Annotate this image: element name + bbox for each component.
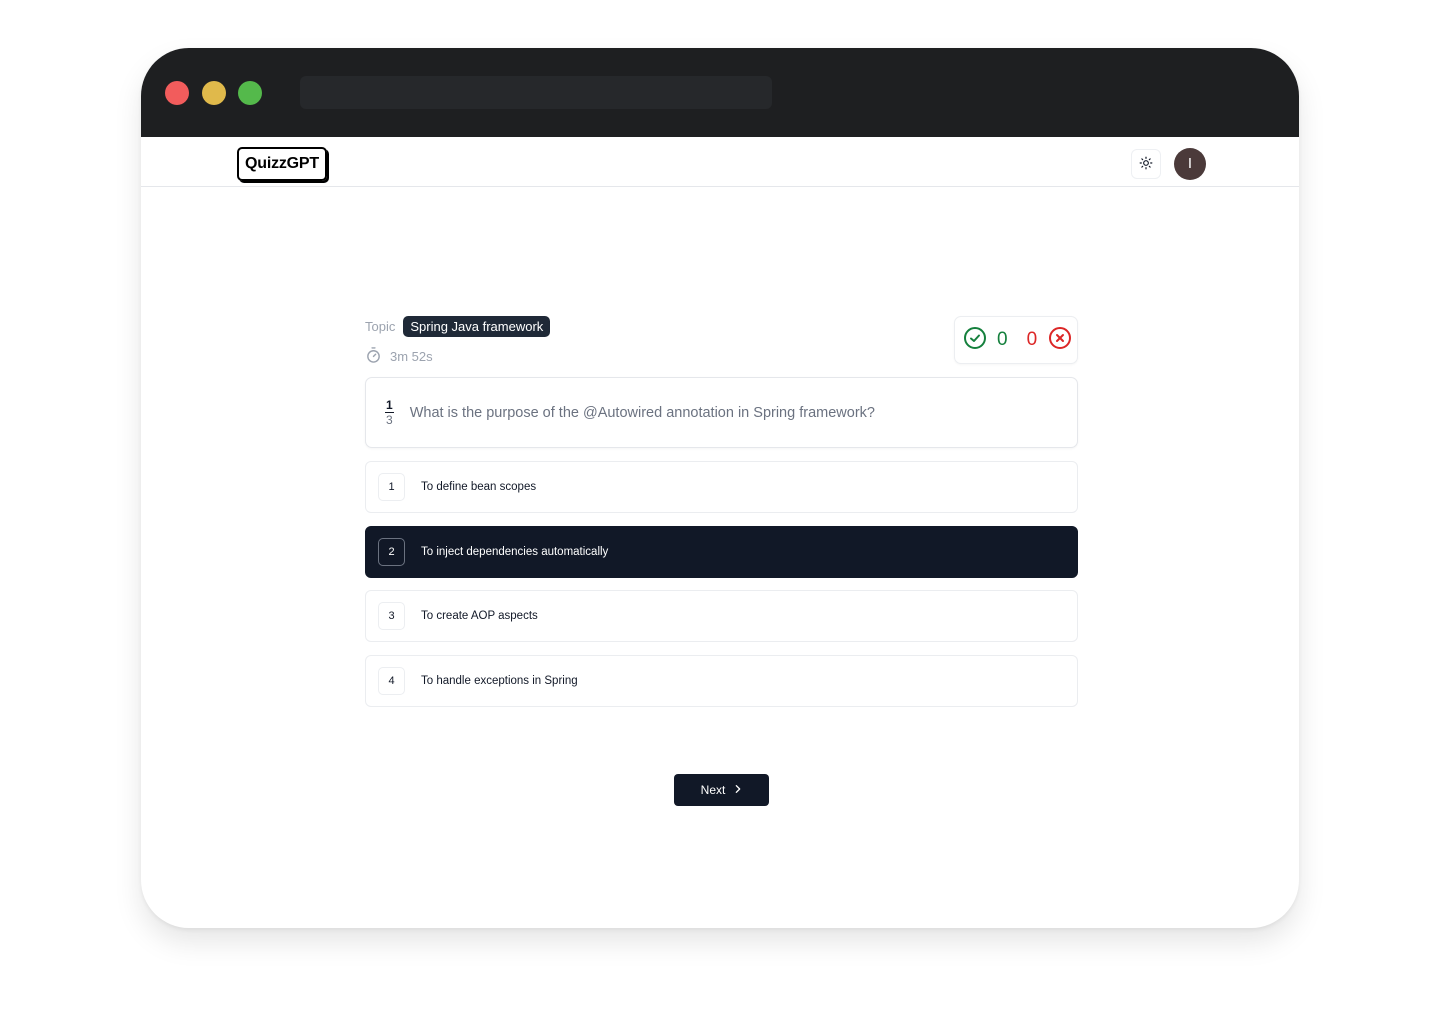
next-label: Next [700, 783, 726, 797]
minimize-window-button[interactable] [202, 81, 226, 105]
close-window-button[interactable] [165, 81, 189, 105]
browser-titlebar [141, 48, 1299, 137]
chevron-right-icon [725, 783, 742, 797]
answer-option-2[interactable]: 2 To inject dependencies automatically [365, 526, 1078, 578]
address-bar[interactable] [300, 76, 772, 109]
question-text: What is the purpose of the @Autowired an… [409, 404, 875, 421]
option-index: 2 [378, 538, 405, 566]
sun-icon [1139, 156, 1153, 173]
correct-count: 0 [997, 329, 1008, 350]
topic-badge: Spring Java framework [403, 316, 551, 337]
wrong-count: 0 [1026, 329, 1038, 350]
option-index: 4 [378, 667, 405, 695]
topic-label: Topic [365, 319, 396, 334]
stopwatch-icon [365, 346, 390, 367]
logo[interactable]: QuizzGPT [237, 147, 327, 181]
theme-toggle-button[interactable] [1131, 149, 1161, 179]
x-circle-icon [1048, 326, 1072, 355]
score-card: 0 0 [954, 316, 1078, 364]
next-button[interactable]: Next [674, 774, 769, 806]
user-avatar[interactable]: I [1174, 148, 1206, 180]
timer: 3m 52s [365, 346, 433, 367]
question-counter: 1 3 [385, 398, 394, 427]
question-total: 3 [386, 413, 393, 427]
option-index: 1 [378, 473, 405, 501]
question-card: 1 3 What is the purpose of the @Autowire… [365, 377, 1078, 448]
option-label: To handle exceptions in Spring [421, 675, 578, 687]
answer-option-3[interactable]: 3 To create AOP aspects [365, 590, 1078, 642]
answer-option-4[interactable]: 4 To handle exceptions in Spring [365, 655, 1078, 707]
elapsed-time: 3m 52s [390, 349, 433, 364]
answer-option-1[interactable]: 1 To define bean scopes [365, 461, 1078, 513]
option-index: 3 [378, 602, 405, 630]
topic-row: Topic Spring Java framework [365, 316, 551, 337]
option-label: To define bean scopes [421, 481, 537, 493]
maximize-window-button[interactable] [238, 81, 262, 105]
navbar: QuizzGPT I [141, 137, 1299, 187]
browser-window: QuizzGPT I Topic Spring Java framework 3… [141, 48, 1299, 928]
question-current: 1 [385, 398, 394, 413]
option-label: To inject dependencies automatically [421, 546, 609, 558]
check-circle-icon [963, 326, 987, 355]
option-label: To create AOP aspects [421, 610, 538, 622]
